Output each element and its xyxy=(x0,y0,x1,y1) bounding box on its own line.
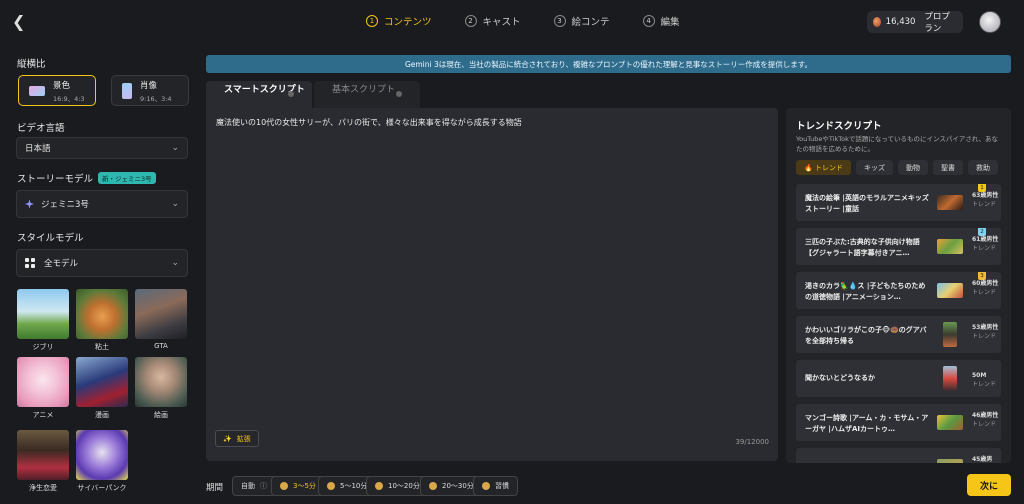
video-language-select[interactable]: 日本語 ⌄ xyxy=(16,137,188,159)
trend-scripts-panel: トレンドスクリプト YouTubeやTikTokで話題になっているものにインスパ… xyxy=(786,108,1011,463)
step-cast[interactable]: 2 キャスト xyxy=(464,14,521,28)
trend-thumbnail xyxy=(937,239,963,254)
top-bar: ❮ 1 コンテンツ 2 キャスト 3 絵コンテ 4 編集 16,430 プロプラ… xyxy=(0,0,1024,44)
expand-wand-icon: ✨ xyxy=(223,434,232,443)
style-card-cyberpunk[interactable]: サイバーパンク xyxy=(76,430,128,493)
style-thumbnail xyxy=(76,289,128,339)
style-card-gta[interactable]: GTA xyxy=(135,289,187,350)
trend-thumbnail xyxy=(943,322,957,347)
next-button[interactable]: 次に xyxy=(967,474,1011,496)
step-storyboard[interactable]: 3 絵コンテ xyxy=(553,14,610,28)
trend-title: トレンドスクリプト xyxy=(796,121,882,132)
new-model-badge: 新・ジェミニ3号 xyxy=(98,172,156,184)
info-dot-icon xyxy=(288,91,294,97)
clock-icon xyxy=(280,482,288,490)
trend-thumbnail xyxy=(937,415,963,430)
duration-auto[interactable]: 自動 ⓘ xyxy=(232,476,276,496)
announcement-banner: Gemini 3は現在、当社の製品に統合されており、複雑なプロンプトの優れた理解… xyxy=(206,55,1011,73)
trend-item[interactable]: 45歳男 xyxy=(796,448,1001,463)
style-thumbnail xyxy=(17,357,69,407)
style-thumbnail xyxy=(17,289,69,339)
trend-item[interactable]: かわいいゴリラがこの子🐵🍩のグアバを全部持ち帰る 53歳男性 トレンド xyxy=(796,316,1001,353)
chip-animals[interactable]: 動物 xyxy=(897,160,928,175)
aspect-portrait-option[interactable]: 肖像 9:16、3:4 xyxy=(111,75,189,106)
script-text[interactable]: 魔法使いの10代の女性サリーが、パリの街で、様々な出来事を得ながら成長する物語 xyxy=(216,117,522,128)
style-card-clay[interactable]: 粘土 xyxy=(76,289,128,352)
tab-smart-script[interactable]: スマートスクリプト xyxy=(206,81,312,108)
gemini-sparkle-icon xyxy=(25,199,34,209)
aspect-ratio-label: 縦横比 xyxy=(17,59,46,70)
trend-thumbnail xyxy=(937,195,963,210)
trend-thumbnail xyxy=(943,366,957,391)
info-icon: ⓘ xyxy=(260,482,267,490)
chip-rescue[interactable]: 救助 xyxy=(967,160,998,175)
credits-count: 16,430 xyxy=(885,17,916,27)
chip-bible[interactable]: 聖書 xyxy=(932,160,963,175)
chevron-down-icon: ⌄ xyxy=(171,199,179,209)
back-arrow-icon[interactable]: ❮ xyxy=(12,13,28,31)
step-navigation: 1 コンテンツ 2 キャスト 3 絵コンテ 4 編集 xyxy=(366,14,713,28)
character-counter: 39/12000 xyxy=(735,438,769,446)
style-thumbnail xyxy=(135,289,187,339)
story-model-select[interactable]: ジェミニ3号 ⌄ xyxy=(16,190,188,218)
rank-badge: 1 xyxy=(978,184,986,192)
portrait-icon xyxy=(122,82,132,99)
style-thumbnail xyxy=(135,357,187,407)
trend-item[interactable]: マンゴー詩歌 |アーム・カ・モサム・アーガヤ |ハムザAIカートゥ… 46歳男性… xyxy=(796,404,1001,441)
chevron-down-icon: ⌄ xyxy=(171,143,179,153)
trend-category-chips: 🔥 トレンド キッズ 動物 聖書 救助 xyxy=(796,160,998,175)
style-card-ghibli[interactable]: ジブリ xyxy=(17,289,69,352)
video-language-label: ビデオ言語 xyxy=(17,123,65,134)
style-card-painting[interactable]: 絵画 xyxy=(135,357,187,420)
user-avatar[interactable] xyxy=(979,11,1001,33)
style-thumbnail xyxy=(76,357,128,407)
aspect-landscape-option[interactable]: 景色 16:9、4:3 xyxy=(18,75,96,106)
trend-item[interactable]: 魔法の絵筆 |英語のモラルアニメキッズストーリー |童話 1 63歳男性 トレンド xyxy=(796,184,1001,221)
plan-label: プロプラン xyxy=(924,12,950,34)
clock-icon xyxy=(429,482,437,490)
style-thumbnail xyxy=(76,430,128,480)
trend-item[interactable]: 聞かないとどうなるか 50M トレンド xyxy=(796,360,1001,397)
landscape-icon xyxy=(29,85,45,96)
credit-coin-icon xyxy=(873,17,881,27)
trend-description: YouTubeやTikTokで話題になっているものにインスパイアされ、あなたの物… xyxy=(796,135,998,153)
trend-thumbnail xyxy=(937,459,963,463)
step-edit[interactable]: 4 編集 xyxy=(642,14,680,28)
style-model-label: スタイルモデル xyxy=(17,233,84,244)
tab-basic-script[interactable]: 基本スクリプト xyxy=(314,81,420,108)
script-editor[interactable]: 魔法使いの10代の女性サリーが、パリの街で、様々な出来事を得ながら成長する物語 … xyxy=(206,108,778,461)
style-card-comic[interactable]: 漫画 xyxy=(76,357,128,420)
rank-badge: 3 xyxy=(978,272,986,280)
clock-icon xyxy=(482,482,490,490)
step-label: キャスト xyxy=(482,17,521,28)
step-label: 編集 xyxy=(660,17,680,28)
trend-item[interactable]: 三匹の子ぶた:古典的な子供向け物語【グジャラート語字幕付きアニ… 2 61歳男性… xyxy=(796,228,1001,265)
clock-icon xyxy=(375,482,383,490)
duration-custom[interactable]: 習慣 xyxy=(473,476,518,496)
rank-badge: 2 xyxy=(978,228,986,236)
style-model-select[interactable]: 全モデル ⌄ xyxy=(16,249,188,277)
trend-item[interactable]: 渇きのカラ🦜💧ス |子どもたちのための道徳物語 |アニメーション… 3 60歳男… xyxy=(796,272,1001,309)
style-thumbnail xyxy=(17,430,69,480)
clock-icon xyxy=(327,482,335,490)
expand-button[interactable]: ✨ 拡張 xyxy=(215,430,259,447)
period-label: 期間 xyxy=(206,483,224,493)
step-label: コンテンツ xyxy=(384,17,432,28)
chevron-down-icon: ⌄ xyxy=(171,258,179,268)
duration-3-5min[interactable]: 3〜5分 xyxy=(271,476,325,496)
style-card-romance[interactable]: 浄生恋愛 xyxy=(17,430,69,493)
grid-icon xyxy=(25,258,35,268)
style-card-anime[interactable]: アニメ xyxy=(17,357,69,420)
info-dot-icon xyxy=(396,91,402,97)
chip-kids[interactable]: キッズ xyxy=(855,160,893,175)
chip-trend[interactable]: 🔥 トレンド xyxy=(796,160,851,175)
trend-thumbnail xyxy=(937,283,963,298)
step-content[interactable]: 1 コンテンツ xyxy=(366,14,432,28)
credits-plan-button[interactable]: 16,430 プロプラン xyxy=(867,11,963,34)
step-label: 絵コンテ xyxy=(571,17,610,28)
story-model-label: ストーリーモデル 新・ジェミニ3号 xyxy=(17,171,156,185)
left-sidebar: 縦横比 景色 16:9、4:3 肖像 9:16、3:4 ビデオ言語 日本語 ⌄ … xyxy=(0,44,198,504)
